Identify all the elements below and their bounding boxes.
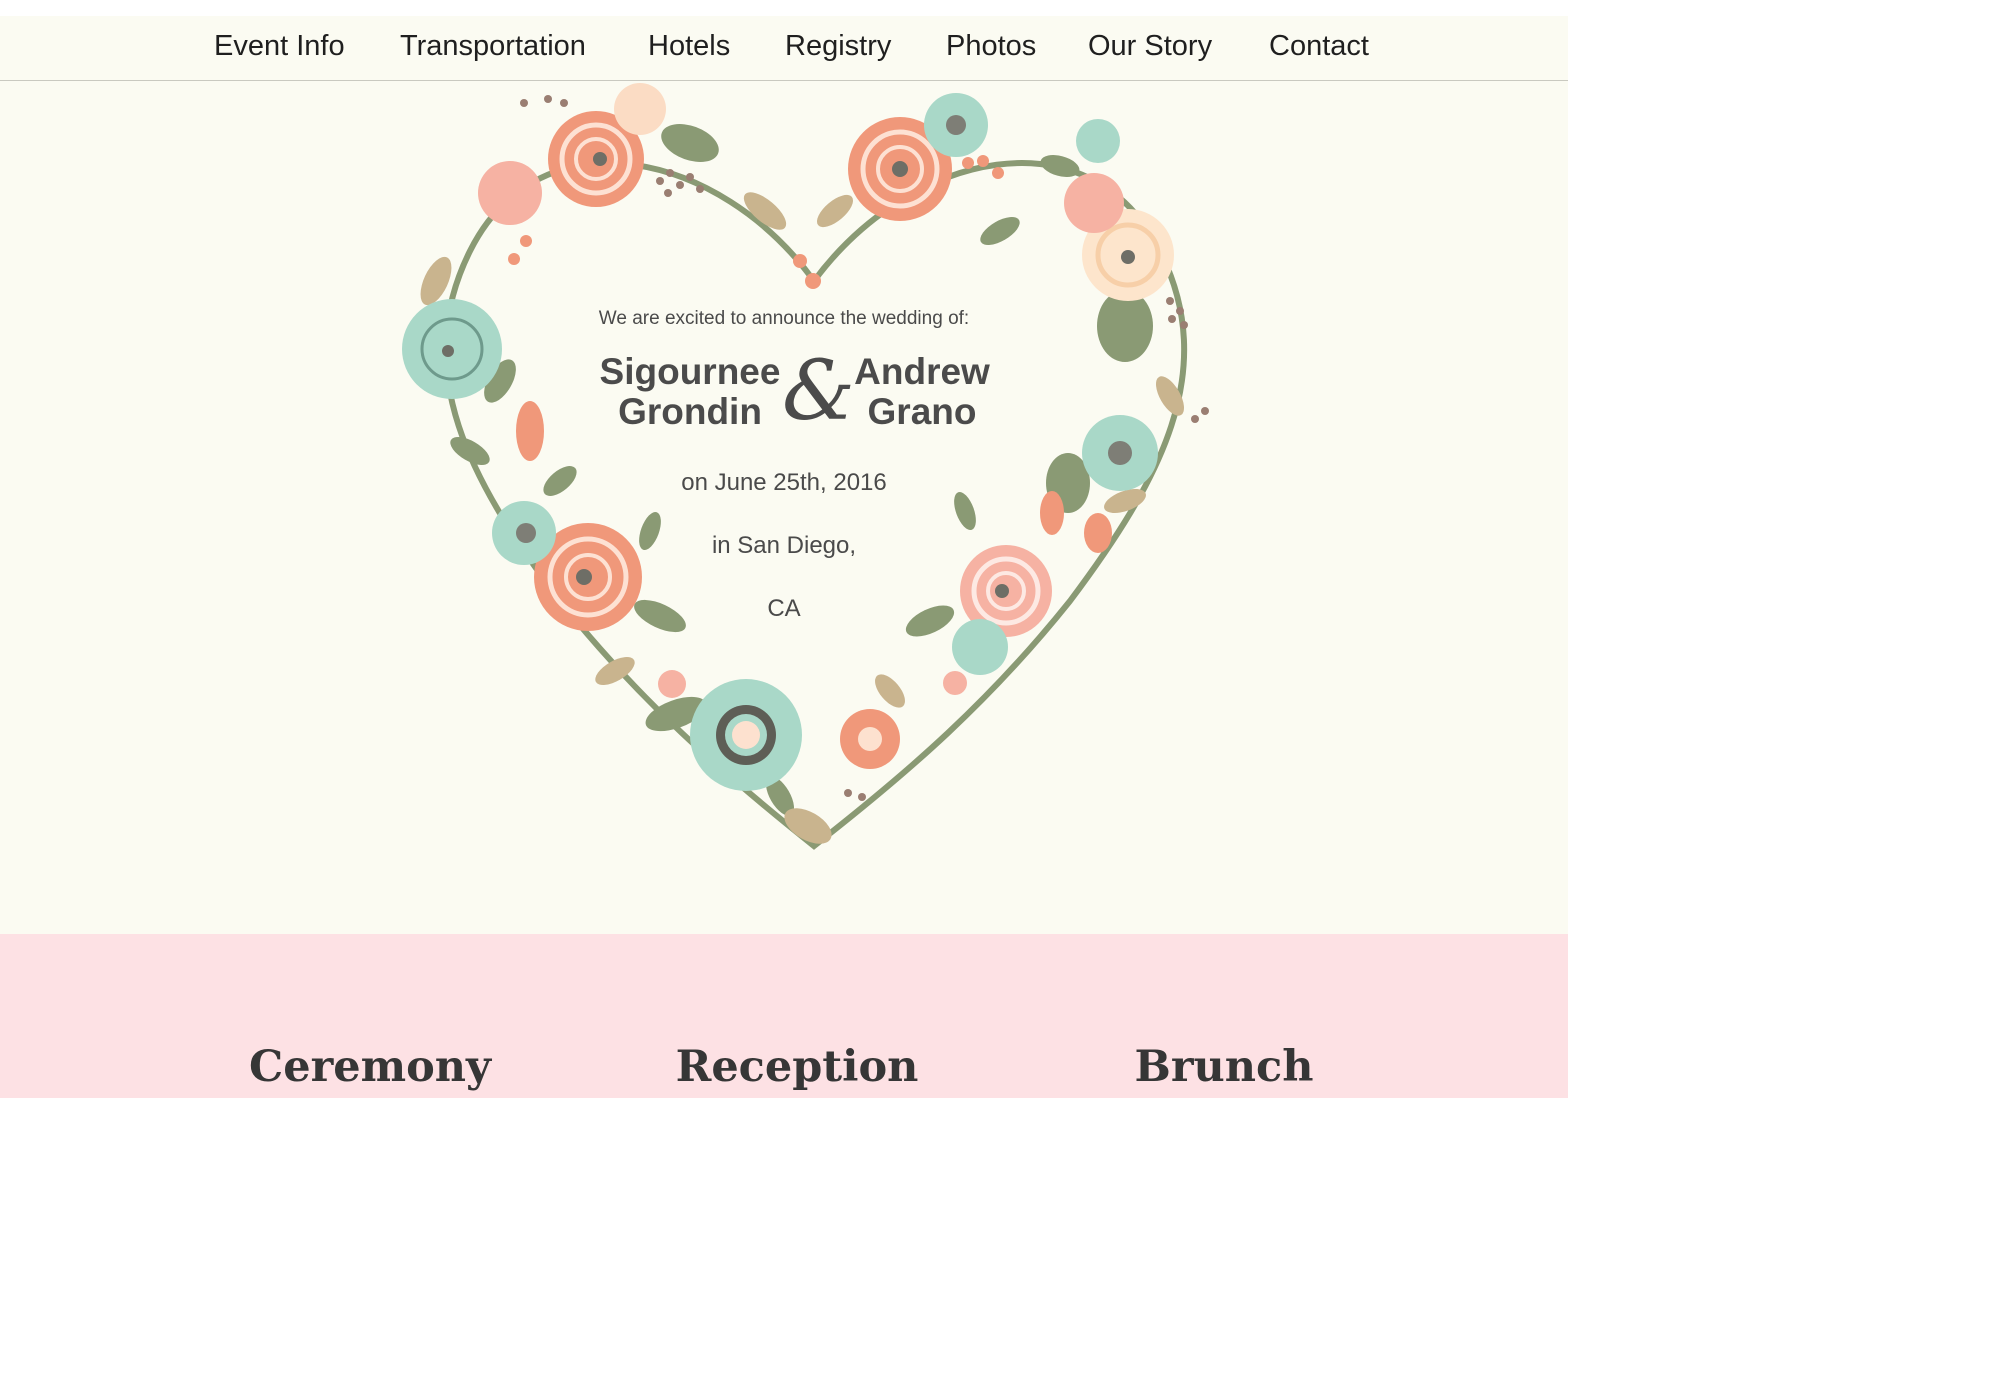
ampersand: & bbox=[782, 344, 855, 439]
partner-two-last-name: Grano bbox=[867, 391, 977, 432]
events-section: Ceremony Reception Brunch bbox=[0, 934, 1568, 1098]
partner-one-name: Sigournee Grondin bbox=[598, 352, 782, 432]
nav-registry[interactable]: Registry bbox=[785, 30, 891, 63]
announcement-text: We are excited to announce the wedding o… bbox=[598, 308, 970, 329]
ceremony-heading: Ceremony bbox=[248, 1042, 492, 1092]
main-nav: Event Info Transportation Hotels Registr… bbox=[0, 16, 1568, 81]
brunch-heading: Brunch bbox=[1134, 1042, 1314, 1092]
partner-two-first-name: Andrew bbox=[854, 351, 990, 392]
reception-heading: Reception bbox=[675, 1042, 919, 1092]
partner-one-first-name: Sigournee bbox=[599, 351, 781, 392]
hero-section: We are excited to announce the wedding o… bbox=[0, 81, 1568, 934]
top-strip bbox=[0, 0, 1568, 16]
wedding-state: CA bbox=[767, 595, 801, 622]
floral-heart-wreath-icon bbox=[402, 83, 1209, 850]
partner-one-last-name: Grondin bbox=[618, 391, 762, 432]
nav-transportation[interactable]: Transportation bbox=[400, 30, 586, 63]
wedding-city: in San Diego, bbox=[711, 532, 857, 559]
nav-hotels[interactable]: Hotels bbox=[648, 30, 730, 63]
nav-contact[interactable]: Contact bbox=[1269, 30, 1369, 63]
wedding-date: on June 25th, 2016 bbox=[681, 469, 887, 496]
partner-two-name: Andrew Grano bbox=[846, 352, 998, 432]
nav-our-story[interactable]: Our Story bbox=[1088, 30, 1212, 63]
nav-event-info[interactable]: Event Info bbox=[214, 30, 345, 63]
nav-photos[interactable]: Photos bbox=[946, 30, 1036, 63]
